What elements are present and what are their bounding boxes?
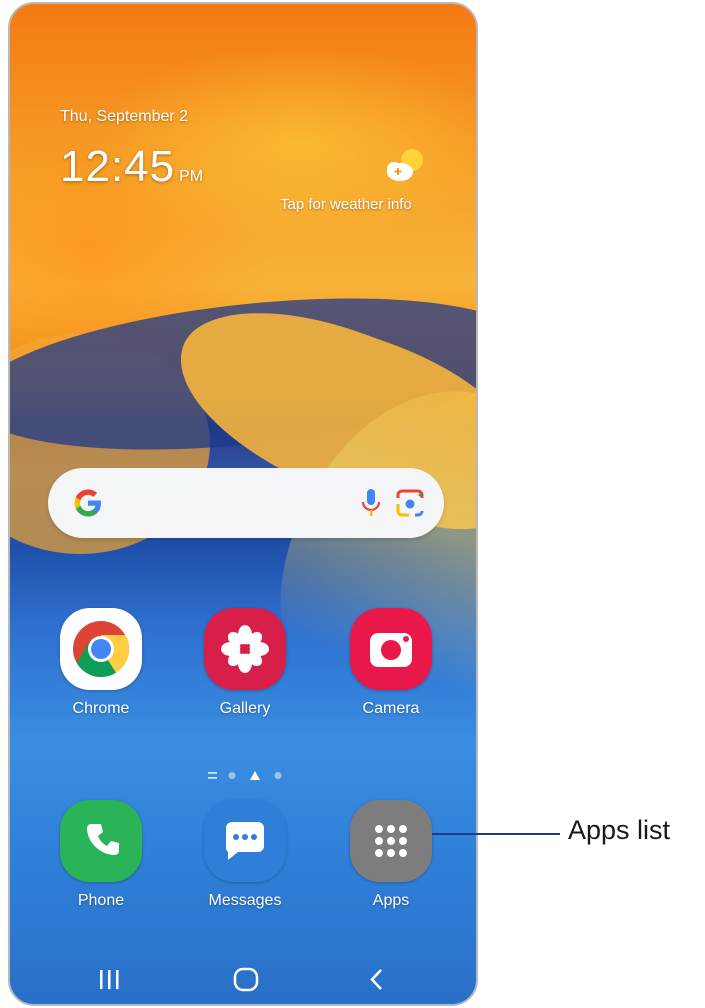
home-handle-icon [208, 772, 217, 779]
callout-line [432, 833, 560, 835]
clock-time: 12:45 [60, 142, 176, 191]
app-phone[interactable]: Phone [46, 800, 156, 910]
page-indicator[interactable] [208, 769, 288, 783]
app-label: Chrome [72, 700, 130, 717]
app-label: Apps [372, 892, 410, 909]
page-dot [228, 772, 236, 779]
app-label: Messages [208, 892, 282, 909]
google-g-icon [74, 489, 101, 517]
gallery-flower-icon [204, 608, 286, 690]
app-label: Gallery [219, 700, 271, 717]
app-gallery[interactable]: Gallery [190, 608, 300, 718]
app-label: Phone [77, 892, 125, 909]
chrome-icon [60, 608, 142, 690]
app-apps[interactable]: Apps [336, 800, 446, 910]
clock-ampm: PM [179, 168, 204, 185]
google-lens-icon[interactable] [393, 486, 427, 520]
callout-apps-list-label: Apps list [568, 815, 671, 845]
google-search-bar[interactable] [48, 468, 444, 538]
app-chrome[interactable]: Chrome [46, 608, 156, 718]
back-icon[interactable] [370, 969, 382, 990]
messages-icon [204, 800, 286, 882]
home-page-dot-icon [250, 771, 260, 780]
recents-icon[interactable] [100, 970, 119, 989]
weather-text[interactable]: Tap for weather info [280, 196, 412, 213]
phone-icon [60, 800, 142, 882]
home-icon[interactable] [233, 967, 259, 992]
weather-icon[interactable] [382, 146, 428, 186]
date-text: Thu, September 2 [60, 108, 189, 125]
camera-icon [350, 608, 432, 690]
clock[interactable]: 12:45 PM [60, 142, 203, 192]
navigation-bar [100, 967, 382, 992]
phone-screen: Thu, September 2 12:45 PM Tap for weather… [8, 2, 478, 1006]
apps-grid-icon [350, 800, 432, 882]
app-messages[interactable]: Messages [190, 800, 300, 910]
page-dot [274, 772, 282, 779]
app-label: Camera [362, 700, 420, 717]
app-camera[interactable]: Camera [336, 608, 446, 718]
microphone-icon[interactable] [358, 485, 384, 521]
